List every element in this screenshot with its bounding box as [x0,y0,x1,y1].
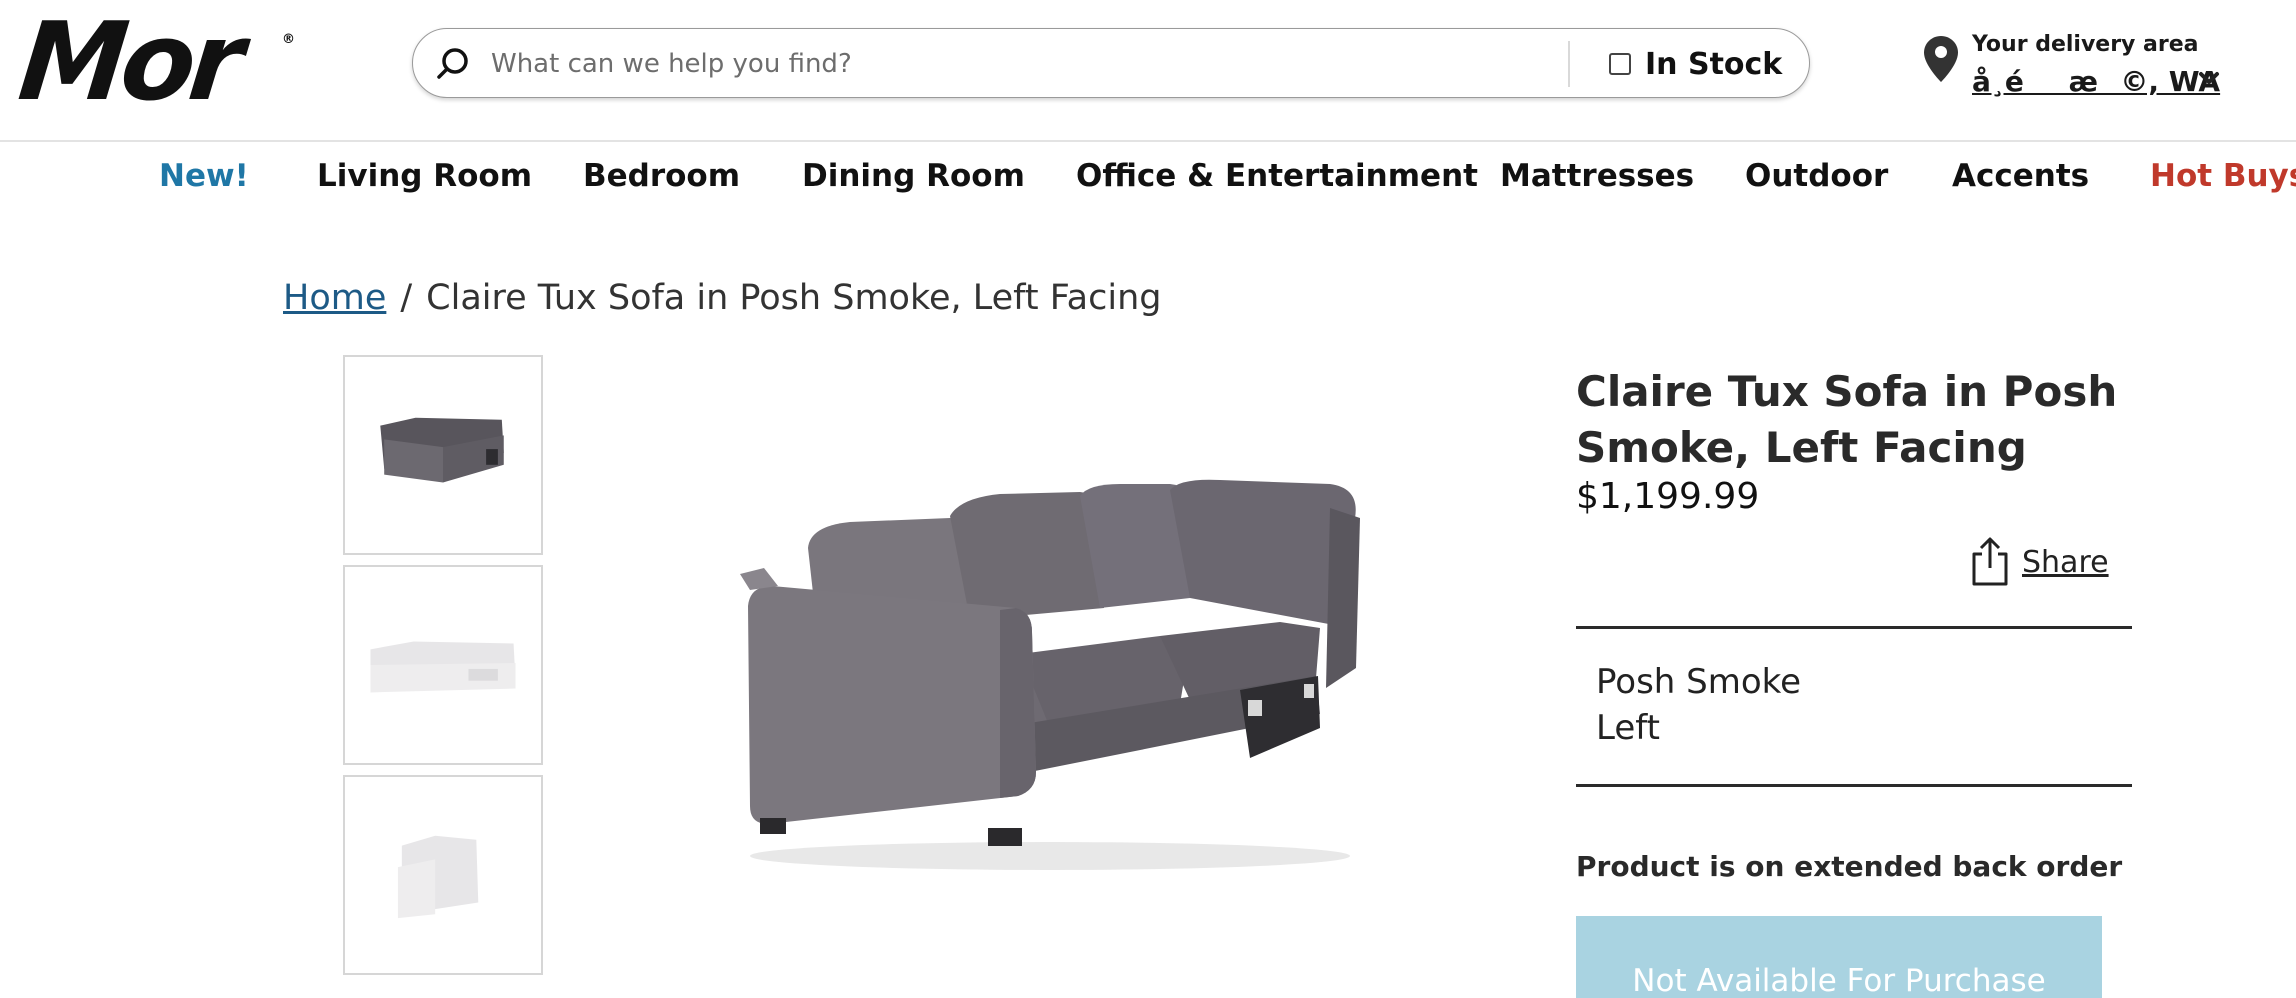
sofa-thumbnail-image [370,641,516,693]
product-title: Claire Tux Sofa in Posh Smoke, Left Faci… [1576,367,2118,472]
category-nav: New! Living Room Bedroom Dining Room Off… [0,158,2296,202]
main-product-image[interactable] [720,478,1380,878]
share-label: Share [2022,544,2109,580]
site-header: Mor ® In Stock Your delivery area å¸é æ… [0,0,2296,142]
stock-status-message: Product is on extended back order [1576,850,2123,883]
delivery-location-link[interactable]: å¸é æ©, WA [1972,64,2220,100]
brand-logo[interactable]: Mor ® [13,0,300,125]
logo-text: Mor [13,0,244,125]
delivery-label: Your delivery area [1972,32,2199,57]
variant-orientation[interactable]: Left [1596,708,1660,748]
in-stock-checkbox[interactable] [1609,53,1631,75]
nav-item-hot-buys[interactable]: Hot Buys [2150,158,2296,194]
share-button[interactable]: Share [1968,534,2109,590]
product-thumbnail-1[interactable] [343,355,543,555]
nav-item-new[interactable]: New! [159,158,249,194]
search-icon[interactable] [433,44,473,84]
variant-divider-top [1576,626,2132,629]
search-input[interactable] [491,43,1491,85]
share-icon [1968,536,2012,588]
nav-item-living-room[interactable]: Living Room [317,158,532,194]
product-thumbnail-3[interactable] [343,775,543,975]
variant-color[interactable]: Posh Smoke [1596,662,1801,702]
search-divider [1568,41,1570,87]
in-stock-label: In Stock [1645,46,1783,82]
registered-mark: ® [282,32,295,47]
nav-item-office-entertainment[interactable]: Office & Entertainment [1076,158,1478,194]
variant-divider-bottom [1576,784,2132,787]
nav-item-dining-room[interactable]: Dining Room [802,158,1025,194]
map-pin-icon [1924,36,1958,82]
delivery-area[interactable]: Your delivery area å¸é æ©, WA [1924,30,2224,110]
in-stock-filter[interactable]: In Stock [1609,43,1782,85]
product-price: $1,199.99 [1576,476,1760,517]
breadcrumb-current: Claire Tux Sofa in Posh Smoke, Left Faci… [426,278,1162,318]
breadcrumb-separator: / [400,278,413,318]
breadcrumb: Home / Claire Tux Sofa in Posh Smoke, Left… [283,278,1161,318]
sofa-thumbnail-image [380,417,504,483]
product-thumbnail-2[interactable] [343,565,543,765]
sofa-image [740,479,1360,870]
sofa-thumbnail-image [397,835,479,919]
nav-item-accents[interactable]: Accents [1952,158,2089,194]
not-available-button[interactable]: Not Available For Purchase [1576,916,2102,998]
chevron-down-icon[interactable] [2198,68,2220,88]
nav-item-bedroom[interactable]: Bedroom [583,158,740,194]
search-bar: In Stock [412,28,1810,98]
breadcrumb-home-link[interactable]: Home [283,278,386,318]
nav-item-mattresses[interactable]: Mattresses [1500,158,1694,194]
nav-item-outdoor[interactable]: Outdoor [1745,158,1888,194]
